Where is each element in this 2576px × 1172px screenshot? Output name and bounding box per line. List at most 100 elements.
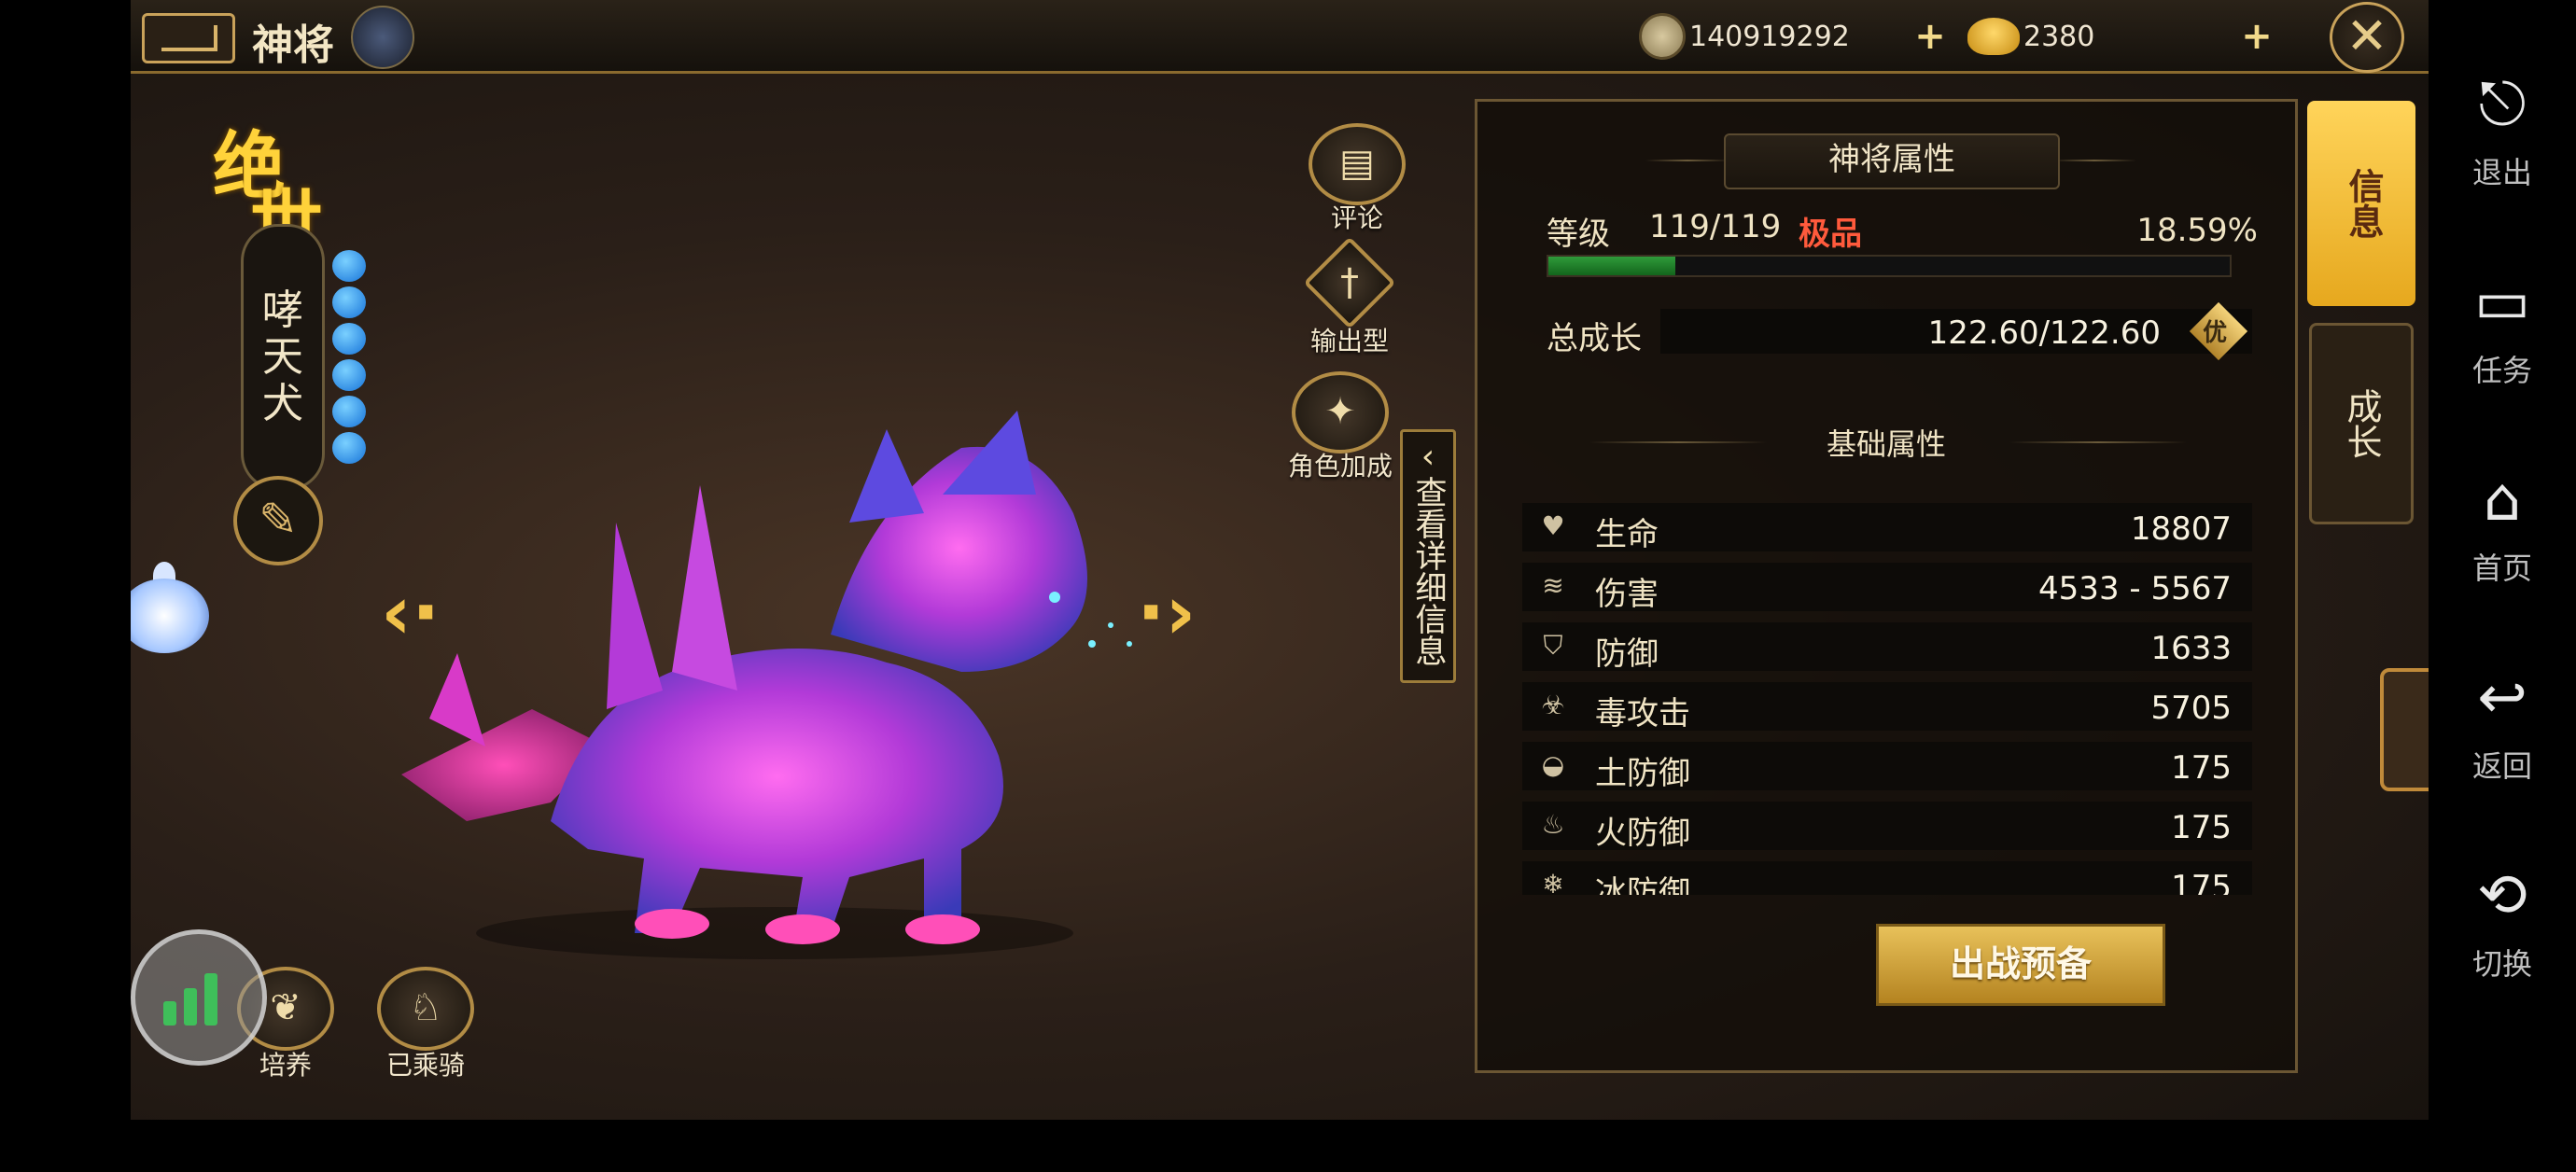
output-type-button[interactable]: † 输出型 [1303, 236, 1396, 358]
exp-progress-fill [1548, 257, 1675, 275]
excellent-badge-icon[interactable]: 优 [2189, 301, 2248, 361]
level-row: 等级 119/119 极品 18.59% [1547, 208, 2258, 255]
back-arrow-icon [161, 25, 217, 51]
attribute-row: ≋ 伤害 4533 - 5567 [1522, 563, 2252, 613]
mount-icon: ♘ [377, 967, 474, 1051]
coin-icon [1639, 13, 1686, 60]
attribute-row: ♥ 生命 18807 [1522, 503, 2252, 553]
mounted-button[interactable]: ♘ 已乘骑 [377, 967, 474, 1082]
star-icon [332, 286, 366, 318]
hero-model [401, 411, 1132, 959]
attribute-name: 火防御 [1595, 815, 1690, 852]
attribute-row: ♨ 火防御 175 [1522, 802, 2252, 852]
sword-icon: † [1303, 236, 1396, 329]
ingot-display: 2380 [1967, 13, 2094, 60]
attribute-name: 生命 [1595, 516, 1659, 553]
hero-name-char: 天 [262, 333, 303, 381]
switch-label: 切换 [2471, 946, 2532, 982]
mounted-label: 已乘骑 [385, 1050, 465, 1081]
add-ingot-button[interactable]: + [2238, 18, 2275, 56]
side-card-icon[interactable] [2380, 668, 2429, 791]
fire-icon: ♨ [1541, 809, 1565, 840]
base-attributes-heading: 基础属性 [1826, 426, 1946, 462]
comment-button[interactable]: ▤ 评论 [1309, 123, 1406, 235]
exp-progress-bar [1547, 255, 2232, 277]
chevron-left-icon: ‹ [1421, 438, 1435, 476]
exit-button[interactable]: ⎋ 退出 [2429, 67, 2576, 192]
tasks-icon: ▭ [2473, 268, 2531, 337]
coin-amount: 140919292 [1689, 20, 1850, 53]
deploy-prepare-button[interactable]: 出战预备 [1876, 924, 2165, 1006]
close-button[interactable]: ✕ [2330, 2, 2404, 73]
level-value: 119/119 [1649, 208, 1782, 245]
star-icon [332, 323, 366, 355]
shield-icon: ⛉ [1543, 630, 1563, 661]
tab-info[interactable]: 信息 [2307, 101, 2415, 306]
elements-emblem-icon[interactable] [351, 6, 414, 69]
return-icon: ↩ [2477, 663, 2527, 732]
attribute-row: ⛉ 防御 1633 [1522, 622, 2252, 673]
attribute-row: ☣ 毒攻击 5705 [1522, 682, 2252, 732]
home-label: 首页 [2471, 551, 2532, 586]
star-icon [332, 396, 366, 427]
tasks-label: 任务 [2471, 353, 2532, 388]
earth-icon: ◒ [1541, 749, 1565, 780]
companion-avatar[interactable] [131, 562, 213, 672]
gold-ingot-icon [1967, 18, 2020, 55]
exp-percent: 18.59% [2136, 212, 2258, 249]
attribute-value: 5705 [2150, 690, 2232, 727]
attribute-name: 冰防御 [1595, 874, 1690, 895]
attribute-name: 毒攻击 [1595, 695, 1690, 732]
attribute-row: ◒ 土防御 175 [1522, 742, 2252, 792]
home-button[interactable]: ⌂ 首页 [2429, 463, 2576, 588]
role-bonus-icon: ✦ [1292, 371, 1389, 453]
switch-icon: ⟲ [2477, 861, 2527, 930]
rename-brush-button[interactable]: ✎ [233, 476, 323, 565]
attribute-value: 18807 [2130, 510, 2232, 548]
tasks-button[interactable]: ▭ 任务 [2429, 265, 2576, 390]
attribute-value: 1633 [2150, 630, 2232, 667]
claw-icon: ≋ [1542, 570, 1564, 601]
network-signal-overlay[interactable] [131, 929, 267, 1066]
signal-bar-icon [184, 988, 197, 1026]
attribute-list[interactable]: ♥ 生命 18807 ≋ 伤害 4533 - 5567 ⛉ 防御 1633 ☣ 毒攻击 5705 ◒ 土防… [1522, 503, 2252, 895]
role-bonus-label: 角色加成 [1288, 451, 1393, 481]
tab-growth[interactable]: 成长 [2309, 323, 2414, 524]
game-screen: 神将 140919292 + 2380 + ✕ 绝 世 哮 天 犬 ✎ ▤ 评论… [131, 0, 2429, 1120]
home-icon: ⌂ [2483, 466, 2522, 535]
quality-tag: 极品 [1799, 216, 1862, 253]
role-bonus-button[interactable]: ✦ 角色加成 [1288, 371, 1393, 483]
level-label: 等级 [1547, 216, 1610, 253]
comment-icon: ▤ [1309, 123, 1406, 205]
add-coin-button[interactable]: + [1911, 18, 1949, 56]
attribute-name: 防御 [1595, 635, 1659, 673]
attribute-name: 土防御 [1595, 755, 1690, 792]
attribute-value: 175 [2171, 869, 2232, 895]
exit-label: 退出 [2471, 155, 2532, 190]
hero-name-char: 犬 [262, 380, 303, 427]
attribute-row: ❄ 冰防御 175 [1522, 861, 2252, 895]
attribute-value: 175 [2171, 749, 2232, 787]
top-bar: 神将 140919292 + 2380 + ✕ [131, 0, 2429, 74]
growth-box: 122.60/122.60 优 [1660, 301, 2252, 361]
hero-name-char: 哮 [262, 286, 303, 334]
ingot-amount: 2380 [2023, 20, 2095, 53]
foster-label: 培养 [259, 1050, 312, 1081]
back-nav-button[interactable]: ↩ 返回 [2429, 661, 2576, 786]
ice-icon: ❄ [1542, 869, 1564, 895]
companion-head [131, 579, 209, 653]
star-icon [332, 432, 366, 464]
star-icon [332, 250, 366, 282]
view-details-label: 查看详细信息 [1409, 476, 1447, 666]
attribute-name: 伤害 [1595, 576, 1659, 613]
star-rating [332, 250, 366, 464]
signal-bar-icon [163, 1001, 176, 1026]
page-title: 神将 [252, 21, 334, 69]
comment-label: 评论 [1330, 202, 1383, 233]
heart-icon: ♥ [1541, 510, 1565, 541]
growth-label: 总成长 [1547, 320, 1642, 357]
switch-button[interactable]: ⟲ 切换 [2429, 858, 2576, 984]
back-button[interactable] [142, 13, 235, 63]
growth-value: 122.60/122.60 [1927, 314, 2161, 352]
view-details-tab[interactable]: ‹ 查看详细信息 [1400, 429, 1456, 683]
